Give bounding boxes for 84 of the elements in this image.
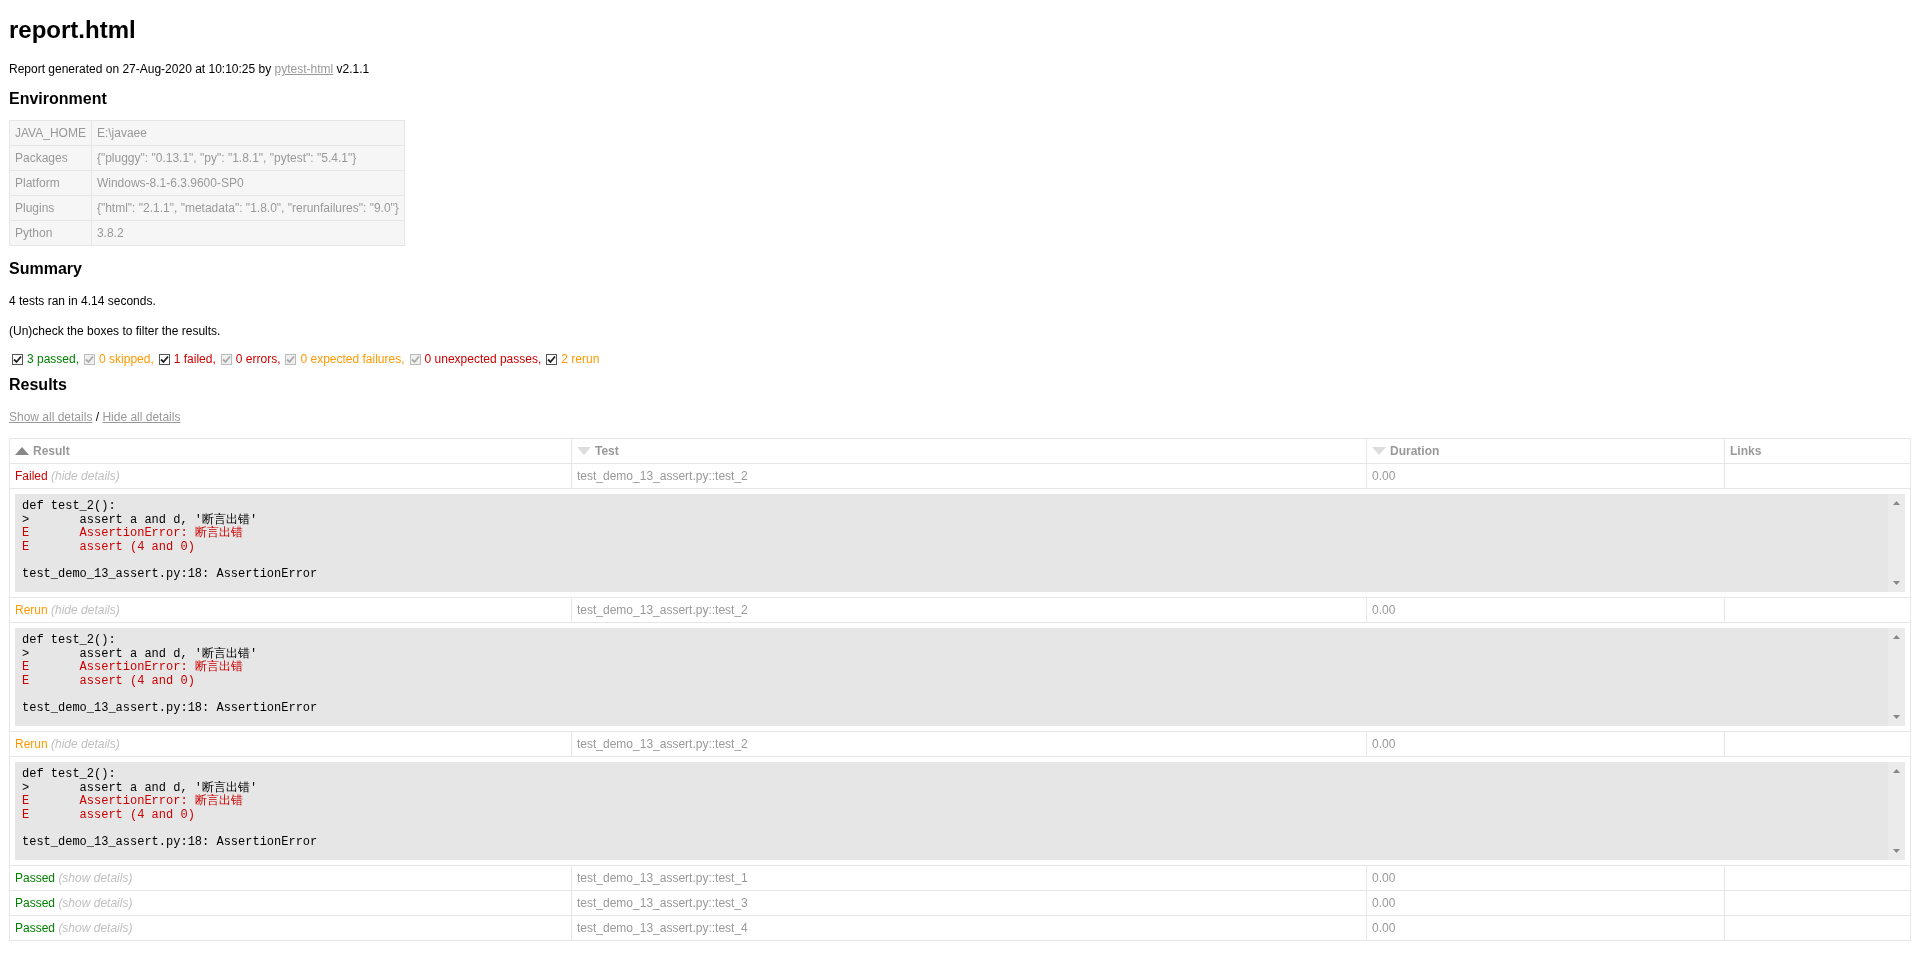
table-cell: test_demo_13_assert.py::test_3: [571, 890, 1367, 916]
scroll-down-icon[interactable]: [1893, 849, 1900, 853]
column-header[interactable]: Result: [9, 438, 572, 464]
result-status: Failed: [15, 469, 48, 483]
filter-label: 1 failed,: [173, 352, 216, 366]
hide-details-link[interactable]: Hide all details: [102, 410, 181, 424]
sort-icon[interactable]: [15, 446, 29, 456]
table-cell: Python: [9, 220, 92, 246]
table-cell: {"pluggy": "0.13.1", "py": "1.8.1", "pytest": "5.4.1"}: [91, 145, 405, 171]
details-toggle[interactable]: (hide details): [51, 469, 120, 483]
filter-label: 0 expected failures,: [300, 352, 405, 366]
table-cell: 0.00: [1366, 463, 1725, 489]
details-toggle[interactable]: (show details): [58, 896, 133, 910]
column-header[interactable]: Duration: [1366, 438, 1725, 464]
column-header[interactable]: Test: [571, 438, 1367, 464]
section-heading: Environment: [9, 90, 107, 108]
table-cell: test_demo_13_assert.py::test_1: [571, 865, 1367, 891]
scrollbar[interactable]: [1888, 762, 1905, 860]
details-toggle[interactable]: (show details): [58, 871, 133, 885]
table-cell: test_demo_13_assert.py::test_2: [571, 463, 1367, 489]
scroll-up-icon[interactable]: [1893, 769, 1900, 773]
log-line: E assert (4 and 0): [22, 540, 196, 554]
log-line: > assert a and d, '断言出错': [22, 781, 259, 795]
log-line: E assert (4 and 0): [22, 674, 196, 688]
page-title: report.html: [9, 16, 136, 44]
table-cell: Packages: [9, 145, 92, 171]
result-status: Rerun: [15, 603, 48, 617]
filter-hint: (Un)check the boxes to filter the results.: [9, 324, 222, 338]
log-line: test_demo_13_assert.py:18: AssertionError: [22, 701, 319, 715]
table-cell: Plugins: [9, 195, 92, 221]
table-cell: JAVA_HOME: [9, 120, 92, 146]
table-cell: 0.00: [1366, 865, 1725, 891]
run-summary: 4 tests ran in 4.14 seconds.: [9, 294, 157, 308]
table-cell: 0.00: [1366, 915, 1725, 941]
details-toggle[interactable]: (hide details): [51, 603, 120, 617]
table-cell: test_demo_13_assert.py::test_2: [571, 731, 1367, 757]
section-heading: Summary: [9, 260, 82, 278]
details-toggle[interactable]: (hide details): [51, 737, 120, 751]
section-heading: Results: [9, 376, 67, 394]
table-cell: Platform: [9, 170, 92, 196]
table-cell: 0.00: [1366, 597, 1725, 623]
filter-label: 0 skipped,: [99, 352, 154, 366]
table-cell: {"html": "2.1.1", "metadata": "1.8.0", "rerunfailures": "9.0"}: [91, 195, 405, 221]
log-line: > assert a and d, '断言出错': [22, 513, 259, 527]
scroll-up-icon[interactable]: [1893, 501, 1900, 505]
filter-checkbox[interactable]: [158, 353, 170, 365]
scrollbar[interactable]: [1888, 628, 1905, 726]
filter-label: 3 passed,: [27, 352, 80, 366]
log-line: def test_2():: [22, 634, 117, 648]
table-cell: test_demo_13_assert.py::test_4: [571, 915, 1367, 941]
table-cell: Windows-8.1-6.3.9600-SP0: [91, 170, 405, 196]
filter-label: 2 rerun: [561, 352, 600, 366]
table-cell: test_demo_13_assert.py::test_2: [571, 597, 1367, 623]
scroll-down-icon[interactable]: [1893, 581, 1900, 585]
show-details-link[interactable]: Show all details: [9, 410, 93, 424]
result-status: Passed: [15, 921, 56, 935]
result-status: Passed: [15, 896, 56, 910]
log-line: def test_2():: [22, 500, 117, 514]
table-cell: E:\javaee: [91, 120, 405, 146]
log-line: test_demo_13_assert.py:18: AssertionError: [22, 835, 319, 849]
filter-label: 0 unexpected passes,: [424, 352, 542, 366]
link-separator: /: [94, 410, 101, 424]
table-cell: 0.00: [1366, 731, 1725, 757]
table-cell: 3.8.2: [91, 220, 405, 246]
column-label: Result: [33, 443, 70, 458]
scrollbar[interactable]: [1888, 494, 1905, 592]
log-line: def test_2():: [22, 768, 117, 782]
table-cell: 0.00: [1366, 890, 1725, 916]
scroll-down-icon[interactable]: [1893, 715, 1900, 719]
column-label: Links: [1730, 444, 1762, 458]
log-line: test_demo_13_assert.py:18: AssertionError: [22, 567, 319, 581]
result-status: Passed: [15, 871, 56, 885]
column-label: Test: [595, 443, 619, 458]
result-status: Rerun: [15, 737, 48, 751]
details-toggle[interactable]: (show details): [58, 921, 133, 935]
scroll-up-icon[interactable]: [1893, 635, 1900, 639]
filter-checkbox[interactable]: [12, 353, 23, 365]
pytest-html-link[interactable]: pytest-html: [274, 62, 334, 76]
log-line: E assert (4 and 0): [22, 808, 196, 822]
generated-info: Report generated on 27-Aug-2020 at 10:10:25 by pytest-html v2.1.1: [9, 62, 371, 76]
filter-label: 0 errors,: [235, 352, 281, 366]
column-label: Duration: [1390, 443, 1440, 458]
filter-checkbox[interactable]: [546, 353, 558, 365]
log-line: > assert a and d, '断言出错': [22, 647, 259, 661]
